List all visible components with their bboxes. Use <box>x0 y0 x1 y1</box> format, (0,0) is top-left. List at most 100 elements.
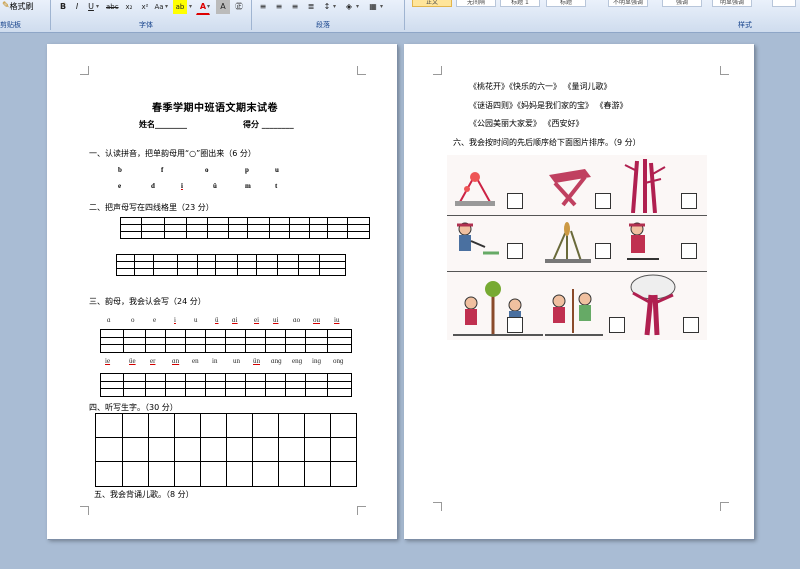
answer-box[interactable] <box>683 317 699 333</box>
chevron-down-icon[interactable]: ▾ <box>207 3 210 10</box>
pinyin-item: ɑo <box>293 316 301 324</box>
rhyme-list-line-1: 《桃花开》《快乐的六一》 《量词儿歌》 <box>469 82 612 91</box>
styles-group-label: 样式 <box>738 21 752 29</box>
pinyin-item: o <box>131 316 135 324</box>
justify-button[interactable]: ≣ <box>304 0 318 14</box>
peach-bud-picture <box>455 172 495 206</box>
answer-box[interactable] <box>507 193 523 209</box>
enclose-char-button[interactable]: ㊣ <box>232 0 246 14</box>
align-right-button[interactable]: ≡ <box>288 0 302 14</box>
picture-sequence-panel <box>447 155 707 340</box>
pinyin-item: i <box>174 316 176 324</box>
margin-mark <box>357 506 366 515</box>
change-case-button[interactable]: Aa <box>152 0 166 14</box>
children-digging-picture <box>545 289 603 336</box>
rhyme-list-line-2: 《谜语四则》《妈妈是我们家的宝》 《春游》 <box>469 101 628 110</box>
pinyin-item: ei <box>254 316 260 324</box>
answer-box[interactable] <box>681 243 697 259</box>
exam-title: 春季学期中班语文期末试卷 <box>152 103 278 114</box>
superscript-button[interactable]: x² <box>138 0 152 14</box>
answer-box[interactable] <box>595 193 611 209</box>
answer-box[interactable] <box>595 243 611 259</box>
stool-picture <box>549 169 591 207</box>
style-emphasis[interactable]: 强调 <box>662 0 702 7</box>
pinyin-item: t <box>275 182 278 190</box>
pinyin-item: ün <box>253 357 260 365</box>
style-subtle-emphasis[interactable]: 不明显强调 <box>608 0 648 7</box>
writing-grid[interactable] <box>95 413 357 487</box>
line-spacing-button[interactable]: ↕ <box>320 0 334 14</box>
pinyin-item: ou <box>313 316 320 324</box>
four-line-grid-4[interactable] <box>100 373 352 397</box>
chevron-down-icon[interactable]: ▾ <box>380 3 383 10</box>
pinyin-item: o <box>205 166 209 174</box>
section-3-heading: 三、韵母，我会认会写（24 分） <box>89 297 206 306</box>
chevron-down-icon[interactable]: ▾ <box>96 3 99 10</box>
style-heading-1[interactable]: 标题 1 <box>500 0 540 7</box>
section-5-heading: 五、我会背诵儿歌。（8 分） <box>94 490 194 499</box>
pinyin-item: in <box>212 357 218 365</box>
highlight-button[interactable]: ab <box>173 0 187 14</box>
style-no-spacing[interactable]: 无间隔 <box>456 0 496 7</box>
pinyin-item: un <box>233 357 240 365</box>
pinyin-item: ie <box>105 357 111 365</box>
subscript-button[interactable]: x₂ <box>122 0 136 14</box>
chevron-down-icon[interactable]: ▾ <box>165 3 168 10</box>
paint-bucket-icon: ◈ <box>345 2 353 11</box>
section-6-heading: 六、我会按时间的先后顺序给下面图片排序。（9 分） <box>453 138 641 147</box>
line-spacing-icon: ↕ <box>323 2 331 11</box>
margin-mark <box>80 506 89 515</box>
pinyin-item: üe <box>129 357 136 365</box>
section-4-heading: 四、听写生字。（30 分） <box>89 403 178 412</box>
pinyin-item: en <box>192 357 199 365</box>
answer-box[interactable] <box>507 243 523 259</box>
pinyin-item: ü <box>213 182 217 190</box>
style-title[interactable]: 标题 <box>546 0 586 7</box>
rhyme-list-line-3: 《公园美丽大家爱》 《西安好》 <box>469 119 584 128</box>
pinyin-item: u <box>275 166 279 174</box>
pinyin-item: enɡ <box>292 357 303 365</box>
justify-icon: ≣ <box>307 2 315 11</box>
style-normal[interactable]: 正文 <box>412 0 452 7</box>
children-planting-tree-picture <box>453 281 543 336</box>
pinyin-item: ɑnɡ <box>271 357 282 365</box>
divider <box>447 215 707 216</box>
four-line-grid-2[interactable] <box>116 254 346 276</box>
child-watering-picture <box>457 222 499 255</box>
rice-plant-picture <box>545 222 591 263</box>
borders-button[interactable]: ▦ <box>366 0 380 14</box>
pinyin-item: e <box>153 316 157 324</box>
style-intense-emphasis[interactable]: 明显强调 <box>712 0 752 7</box>
style-more[interactable] <box>772 0 796 7</box>
strikethrough-button[interactable]: abc <box>104 0 121 14</box>
four-line-grid-1[interactable] <box>120 217 370 239</box>
answer-box[interactable] <box>681 193 697 209</box>
pinyin-item: ui <box>273 316 279 324</box>
grown-tree-picture <box>630 274 676 336</box>
align-left-button[interactable]: ≡ <box>256 0 270 14</box>
answer-box[interactable] <box>507 317 523 333</box>
section-2-heading: 二、把声母写在四线格里（23 分） <box>89 203 214 212</box>
pinyin-item: iu <box>334 316 340 324</box>
margin-mark <box>720 66 729 75</box>
chevron-down-icon[interactable]: ▾ <box>189 3 192 10</box>
pinyin-item: onɡ <box>333 357 344 365</box>
pinyin-item: u <box>194 316 198 324</box>
bamboo-picture <box>624 159 666 213</box>
divider <box>251 0 252 30</box>
italic-button[interactable]: I <box>70 0 84 14</box>
left-page[interactable]: 春季学期中班语文期末试卷 姓名________ 得分 ________ 一、认读… <box>47 44 397 539</box>
align-center-button[interactable]: ≡ <box>272 0 286 14</box>
chevron-down-icon[interactable]: ▾ <box>333 3 336 10</box>
score-field: 得分 ________ <box>243 120 294 129</box>
format-painter-button[interactable]: ✎ 格式刷 <box>2 0 34 12</box>
char-shading-button[interactable]: A <box>216 0 230 14</box>
pinyin-item: ɑ <box>107 316 111 324</box>
four-line-grid-3[interactable] <box>100 329 352 353</box>
shading-button[interactable]: ◈ <box>342 0 356 14</box>
chevron-down-icon[interactable]: ▾ <box>356 3 359 10</box>
align-center-icon: ≡ <box>275 2 283 11</box>
margin-mark <box>357 66 366 75</box>
divider <box>50 0 51 30</box>
bold-button[interactable]: B <box>56 0 70 14</box>
